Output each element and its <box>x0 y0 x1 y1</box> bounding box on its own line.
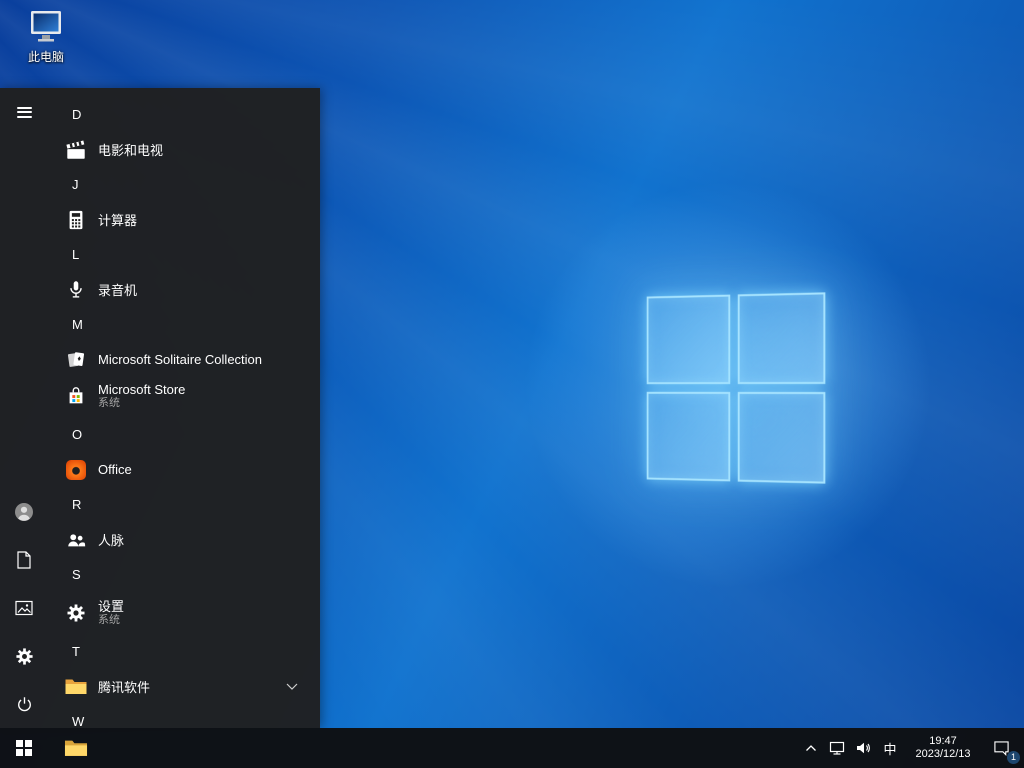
windows-wallpaper-logo <box>646 292 826 484</box>
section-letter-r[interactable]: R <box>48 486 320 523</box>
power-button[interactable] <box>0 680 48 728</box>
store-bag-icon <box>64 384 88 408</box>
chevron-up-icon <box>806 745 816 751</box>
windows-logo-icon <box>16 740 32 756</box>
people-icon <box>64 528 88 552</box>
network-icon <box>829 741 845 755</box>
section-letter-m[interactable]: M <box>48 306 320 343</box>
gear-icon <box>15 647 33 665</box>
app-item-solitaire[interactable]: Microsoft Solitaire Collection <box>48 343 320 376</box>
clock[interactable]: 19:47 2023/12/13 <box>904 728 982 768</box>
app-item-voice-recorder[interactable]: 录音机 <box>48 273 320 306</box>
wallpaper-pane <box>737 292 826 385</box>
wallpaper-pane <box>737 391 826 484</box>
account-button[interactable] <box>0 488 48 536</box>
folder-icon <box>64 675 88 699</box>
app-item-calculator[interactable]: 计算器 <box>48 203 320 236</box>
section-letter-o[interactable]: O <box>48 416 320 453</box>
picture-icon <box>15 600 33 616</box>
app-item-office[interactable]: Office <box>48 453 320 486</box>
speaker-icon <box>857 742 870 754</box>
app-item-tencent-folder[interactable]: 腾讯软件 <box>48 670 320 703</box>
section-letter-l[interactable]: L <box>48 236 320 273</box>
power-icon <box>17 696 31 711</box>
section-letter-d[interactable]: D <box>48 96 320 133</box>
settings-button[interactable] <box>0 632 48 680</box>
app-item-movies-tv[interactable]: 电影和电视 <box>48 133 320 166</box>
desktop-icon-this-pc[interactable]: 此电脑 <box>10 8 82 65</box>
ime-indicator[interactable]: 中 <box>876 728 904 768</box>
start-app-list: D 电影和电视 J 计算器 L 录音机 M Microsoft Solitair… <box>48 88 320 728</box>
expand-menu-button[interactable] <box>0 88 48 136</box>
clock-date: 2023/12/13 <box>915 748 971 760</box>
app-item-microsoft-store[interactable]: Microsoft Store 系统 <box>48 376 320 416</box>
taskbar: 中 19:47 2023/12/13 1 <box>0 728 1024 768</box>
rail-bottom-group <box>0 488 48 728</box>
desktop-icon-label: 此电脑 <box>27 50 64 64</box>
user-icon <box>15 503 33 521</box>
section-letter-s[interactable]: S <box>48 556 320 593</box>
movies-tv-icon <box>64 138 88 162</box>
clock-time: 19:47 <box>929 735 957 747</box>
wallpaper-pane <box>646 391 731 482</box>
document-icon <box>17 551 31 569</box>
system-tray: 中 19:47 2023/12/13 1 <box>798 728 1024 768</box>
start-menu: D 电影和电视 J 计算器 L 录音机 M Microsoft Solitair… <box>0 88 320 728</box>
start-menu-rail <box>0 88 48 728</box>
solitaire-cards-icon <box>64 348 88 372</box>
folder-icon <box>64 740 88 756</box>
pictures-button[interactable] <box>0 584 48 632</box>
file-explorer-button[interactable] <box>54 728 98 768</box>
this-pc-icon <box>31 11 61 42</box>
wallpaper-pane <box>646 294 731 385</box>
voice-recorder-icon <box>64 278 88 302</box>
network-button[interactable] <box>824 728 850 768</box>
section-letter-j[interactable]: J <box>48 166 320 203</box>
gear-icon <box>64 601 88 625</box>
section-letter-w[interactable]: W <box>48 703 320 728</box>
app-sublabel: 系统 <box>98 397 120 410</box>
volume-button[interactable] <box>850 728 876 768</box>
office-logo-icon <box>64 458 88 482</box>
tray-expand-button[interactable] <box>798 728 824 768</box>
chevron-down-icon <box>286 683 298 690</box>
documents-button[interactable] <box>0 536 48 584</box>
hamburger-icon <box>16 106 32 118</box>
calculator-icon <box>64 208 88 232</box>
action-center-button[interactable]: 1 <box>982 728 1024 768</box>
app-item-people[interactable]: 人脉 <box>48 523 320 556</box>
app-sublabel: 系统 <box>98 614 120 627</box>
notification-badge: 1 <box>1007 751 1020 764</box>
section-letter-t[interactable]: T <box>48 633 320 670</box>
app-item-settings[interactable]: 设置 系统 <box>48 593 320 633</box>
start-button[interactable] <box>0 728 48 768</box>
